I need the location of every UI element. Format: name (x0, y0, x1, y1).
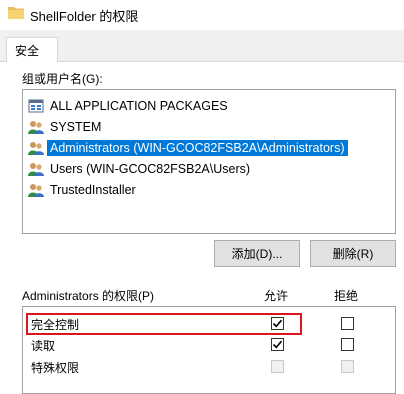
deny-checkbox-special (341, 360, 354, 373)
perm-label: 完全控制 (31, 317, 80, 332)
list-item[interactable]: ALL APPLICATION PACKAGES (28, 96, 392, 116)
folder-icon (8, 6, 24, 19)
allow-column-header: 允许 (264, 289, 289, 303)
users-icon (28, 119, 44, 135)
list-item-selected[interactable]: Administrators (WIN-GCOC82FSB2A\Administ… (28, 138, 392, 158)
title-bar: ShellFolder 的权限 (0, 0, 404, 30)
tab-strip: 安全 (0, 30, 404, 63)
list-item-label: TrustedInstaller (50, 183, 136, 197)
add-button[interactable]: 添加(D)... (214, 240, 300, 267)
group-user-list[interactable]: ALL APPLICATION PACKAGES SYSTEM Administ… (22, 89, 396, 234)
packages-icon (28, 98, 44, 114)
permissions-list: 完全控制 读取 特殊权限 (22, 306, 396, 394)
users-icon (28, 182, 44, 198)
users-icon (28, 161, 44, 177)
list-item-label: Administrators (WIN-GCOC82FSB2A\Administ… (47, 140, 348, 156)
permissions-header: Administrators 的权限(P) (22, 289, 155, 303)
list-item[interactable]: Users (WIN-GCOC82FSB2A\Users) (28, 159, 392, 179)
security-panel: 组或用户名(G): ALL APPLICATION PACKAGES SYSTE… (0, 62, 404, 394)
allow-checkbox-special (271, 360, 284, 373)
group-list-label: 组或用户名(G): (22, 72, 103, 86)
list-item-label: SYSTEM (50, 120, 102, 134)
perm-row-special: 特殊权限 (31, 357, 79, 377)
deny-checkbox-full-control[interactable] (341, 317, 354, 330)
perm-row-read: 读取 (31, 335, 55, 355)
tab-security[interactable]: 安全 (6, 37, 58, 63)
deny-column-header: 拒绝 (334, 289, 359, 303)
list-item[interactable]: TrustedInstaller (28, 180, 392, 200)
perm-label: 特殊权限 (31, 360, 80, 375)
window-title: ShellFolder 的权限 (30, 9, 139, 24)
list-item-label: ALL APPLICATION PACKAGES (50, 99, 228, 113)
list-item-label: Users (WIN-GCOC82FSB2A\Users) (50, 162, 251, 176)
perm-row-full-control: 完全控制 (31, 314, 79, 334)
allow-checkbox-read[interactable] (271, 338, 284, 351)
deny-checkbox-read[interactable] (341, 338, 354, 351)
remove-button[interactable]: 删除(R) (310, 240, 396, 267)
users-icon (28, 140, 44, 156)
list-item[interactable]: SYSTEM (28, 117, 392, 137)
allow-checkbox-full-control[interactable] (271, 317, 284, 330)
perm-label: 读取 (31, 338, 56, 353)
